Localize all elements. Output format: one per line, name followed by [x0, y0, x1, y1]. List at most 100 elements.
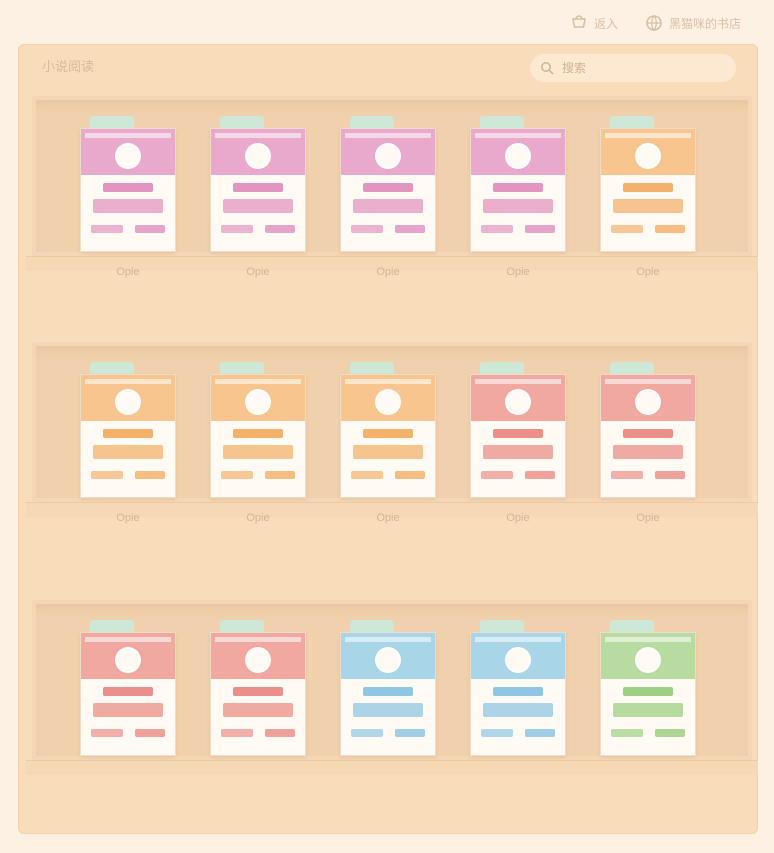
- avatar: [245, 647, 271, 673]
- book-tab: [610, 620, 654, 632]
- book-card[interactable]: [210, 620, 306, 760]
- cover-tag: [221, 471, 253, 479]
- cover-band: [81, 633, 175, 679]
- cover-tag: [395, 225, 425, 233]
- cover-strip: [85, 637, 171, 642]
- cover-strip: [475, 133, 561, 138]
- cover-band: [81, 129, 175, 175]
- book-tab: [90, 116, 134, 128]
- book-cover: [600, 128, 696, 252]
- avatar: [505, 647, 531, 673]
- avatar: [245, 143, 271, 169]
- cover-title-bar: [233, 687, 283, 696]
- book-tab: [610, 362, 654, 374]
- cover-tag: [395, 729, 425, 737]
- book-cover: [600, 374, 696, 498]
- book-cover: [470, 128, 566, 252]
- avatar: [505, 389, 531, 415]
- book-card[interactable]: [600, 620, 696, 760]
- globe-icon: [646, 15, 662, 31]
- cover-strip: [215, 637, 301, 642]
- cover-tag: [611, 729, 643, 737]
- book-card[interactable]: [80, 116, 176, 256]
- book-cover: [210, 374, 306, 498]
- cover-subtitle-bar: [223, 199, 293, 213]
- book-label: Opie: [116, 512, 140, 524]
- cover-strip: [345, 133, 431, 138]
- cover-title-bar: [493, 429, 543, 438]
- cover-tag: [481, 225, 513, 233]
- book-tab: [350, 620, 394, 632]
- book-card[interactable]: [470, 620, 566, 760]
- cover-tag: [221, 225, 253, 233]
- book-card[interactable]: [210, 116, 306, 256]
- book-tab: [90, 362, 134, 374]
- book-card[interactable]: [340, 362, 436, 502]
- book-card[interactable]: [340, 116, 436, 256]
- search-input[interactable]: [560, 60, 714, 76]
- cart-link[interactable]: 返入: [570, 14, 618, 32]
- user-link[interactable]: 黑猫咪的书店: [645, 14, 741, 32]
- book-cover: [340, 632, 436, 756]
- cover-strip: [85, 379, 171, 384]
- book-card[interactable]: [470, 362, 566, 502]
- avatar: [375, 647, 401, 673]
- book-cover: [80, 632, 176, 756]
- book-tab: [220, 620, 264, 632]
- search-box[interactable]: [530, 54, 736, 82]
- cover-title-bar: [363, 687, 413, 696]
- avatar: [115, 647, 141, 673]
- cover-band: [81, 375, 175, 421]
- cover-band: [341, 633, 435, 679]
- book-card[interactable]: [600, 116, 696, 256]
- book-cover: [470, 374, 566, 498]
- cover-tag: [655, 729, 685, 737]
- cover-tag: [481, 729, 513, 737]
- book-card[interactable]: [210, 362, 306, 502]
- book-tab: [220, 362, 264, 374]
- book-cover: [80, 374, 176, 498]
- cover-title-bar: [363, 429, 413, 438]
- cover-strip: [215, 379, 301, 384]
- book-label: Opie: [636, 266, 660, 278]
- book-label: Opie: [246, 512, 270, 524]
- cover-tag: [611, 471, 643, 479]
- avatar: [635, 143, 661, 169]
- book-card[interactable]: [80, 362, 176, 502]
- cover-strip: [605, 133, 691, 138]
- avatar: [115, 143, 141, 169]
- cart-label: 返入: [594, 16, 619, 31]
- avatar: [635, 389, 661, 415]
- cover-tag: [611, 225, 643, 233]
- cover-tag: [525, 729, 555, 737]
- book-tab: [480, 620, 524, 632]
- book-tab: [480, 116, 524, 128]
- book-tab: [350, 362, 394, 374]
- cover-strip: [215, 133, 301, 138]
- cover-band: [471, 129, 565, 175]
- book-label: Opie: [376, 512, 400, 524]
- cover-strip: [605, 637, 691, 642]
- book-label: Opie: [246, 266, 270, 278]
- top-bar: 返入 黑猫咪的书店: [0, 0, 774, 46]
- book-card[interactable]: [600, 362, 696, 502]
- book-label: Opie: [116, 266, 140, 278]
- cover-subtitle-bar: [223, 445, 293, 459]
- cover-band: [471, 633, 565, 679]
- book-card[interactable]: [80, 620, 176, 760]
- cover-tag: [265, 471, 295, 479]
- avatar: [115, 389, 141, 415]
- cover-subtitle-bar: [483, 445, 553, 459]
- cover-tag: [351, 471, 383, 479]
- cover-tag: [91, 471, 123, 479]
- book-card[interactable]: [470, 116, 566, 256]
- cover-tag: [395, 471, 425, 479]
- book-cover: [210, 632, 306, 756]
- book-tab: [220, 116, 264, 128]
- cover-band: [601, 129, 695, 175]
- cover-band: [601, 375, 695, 421]
- avatar: [245, 389, 271, 415]
- cover-tag: [135, 471, 165, 479]
- book-card[interactable]: [340, 620, 436, 760]
- book-label: Opie: [506, 266, 530, 278]
